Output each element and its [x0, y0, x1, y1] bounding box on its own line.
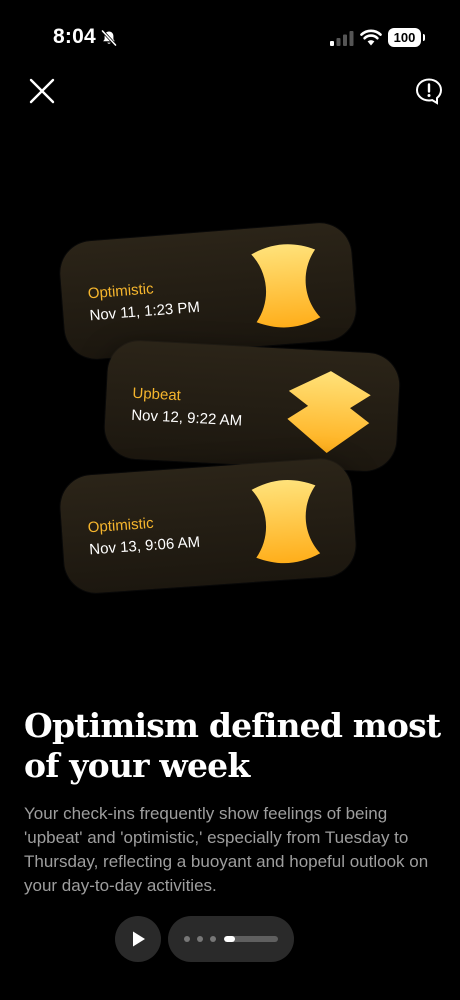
report-feedback-button[interactable]	[414, 76, 444, 106]
play-button[interactable]	[115, 916, 161, 962]
checkin-mood: Optimistic	[87, 514, 155, 537]
silent-bell-icon	[101, 29, 117, 47]
close-button[interactable]	[27, 76, 57, 106]
feedback-alert-icon[interactable]	[414, 76, 444, 106]
battery-indicator: 100	[388, 28, 425, 47]
signal-icon	[330, 31, 354, 46]
play-icon[interactable]	[131, 930, 147, 948]
optimistic-mood-icon	[251, 480, 321, 564]
story-progress-indicator	[168, 916, 294, 962]
progress-dot	[197, 936, 203, 942]
progress-dot	[210, 936, 216, 942]
progress-bar-fill	[224, 936, 235, 942]
checkin-date: Nov 13, 9:06 AM	[88, 533, 201, 559]
insight-headline: Optimism defined most of your week	[24, 706, 441, 785]
progress-bar	[224, 936, 278, 942]
close-icon[interactable]	[27, 76, 57, 106]
checkin-card: Optimistic Nov 13, 9:06 AM	[58, 456, 358, 596]
checkin-date: Nov 11, 1:23 PM	[88, 298, 201, 325]
progress-dot	[184, 936, 190, 942]
checkin-card: Optimistic Nov 11, 1:23 PM	[57, 220, 359, 362]
checkin-mood: Optimistic	[87, 280, 155, 303]
checkin-date: Nov 12, 9:22 AM	[130, 406, 243, 430]
wifi-icon	[360, 29, 382, 46]
upbeat-mood-icon	[287, 371, 371, 453]
checkin-card: Upbeat Nov 12, 9:22 AM	[103, 339, 401, 473]
checkin-mood: Upbeat	[132, 384, 182, 405]
optimistic-mood-icon	[251, 244, 321, 328]
status-time: 8:04	[53, 25, 96, 48]
status-bar: 8:04 100	[0, 0, 460, 76]
insight-description: Your check-ins frequently show feelings …	[24, 804, 429, 895]
